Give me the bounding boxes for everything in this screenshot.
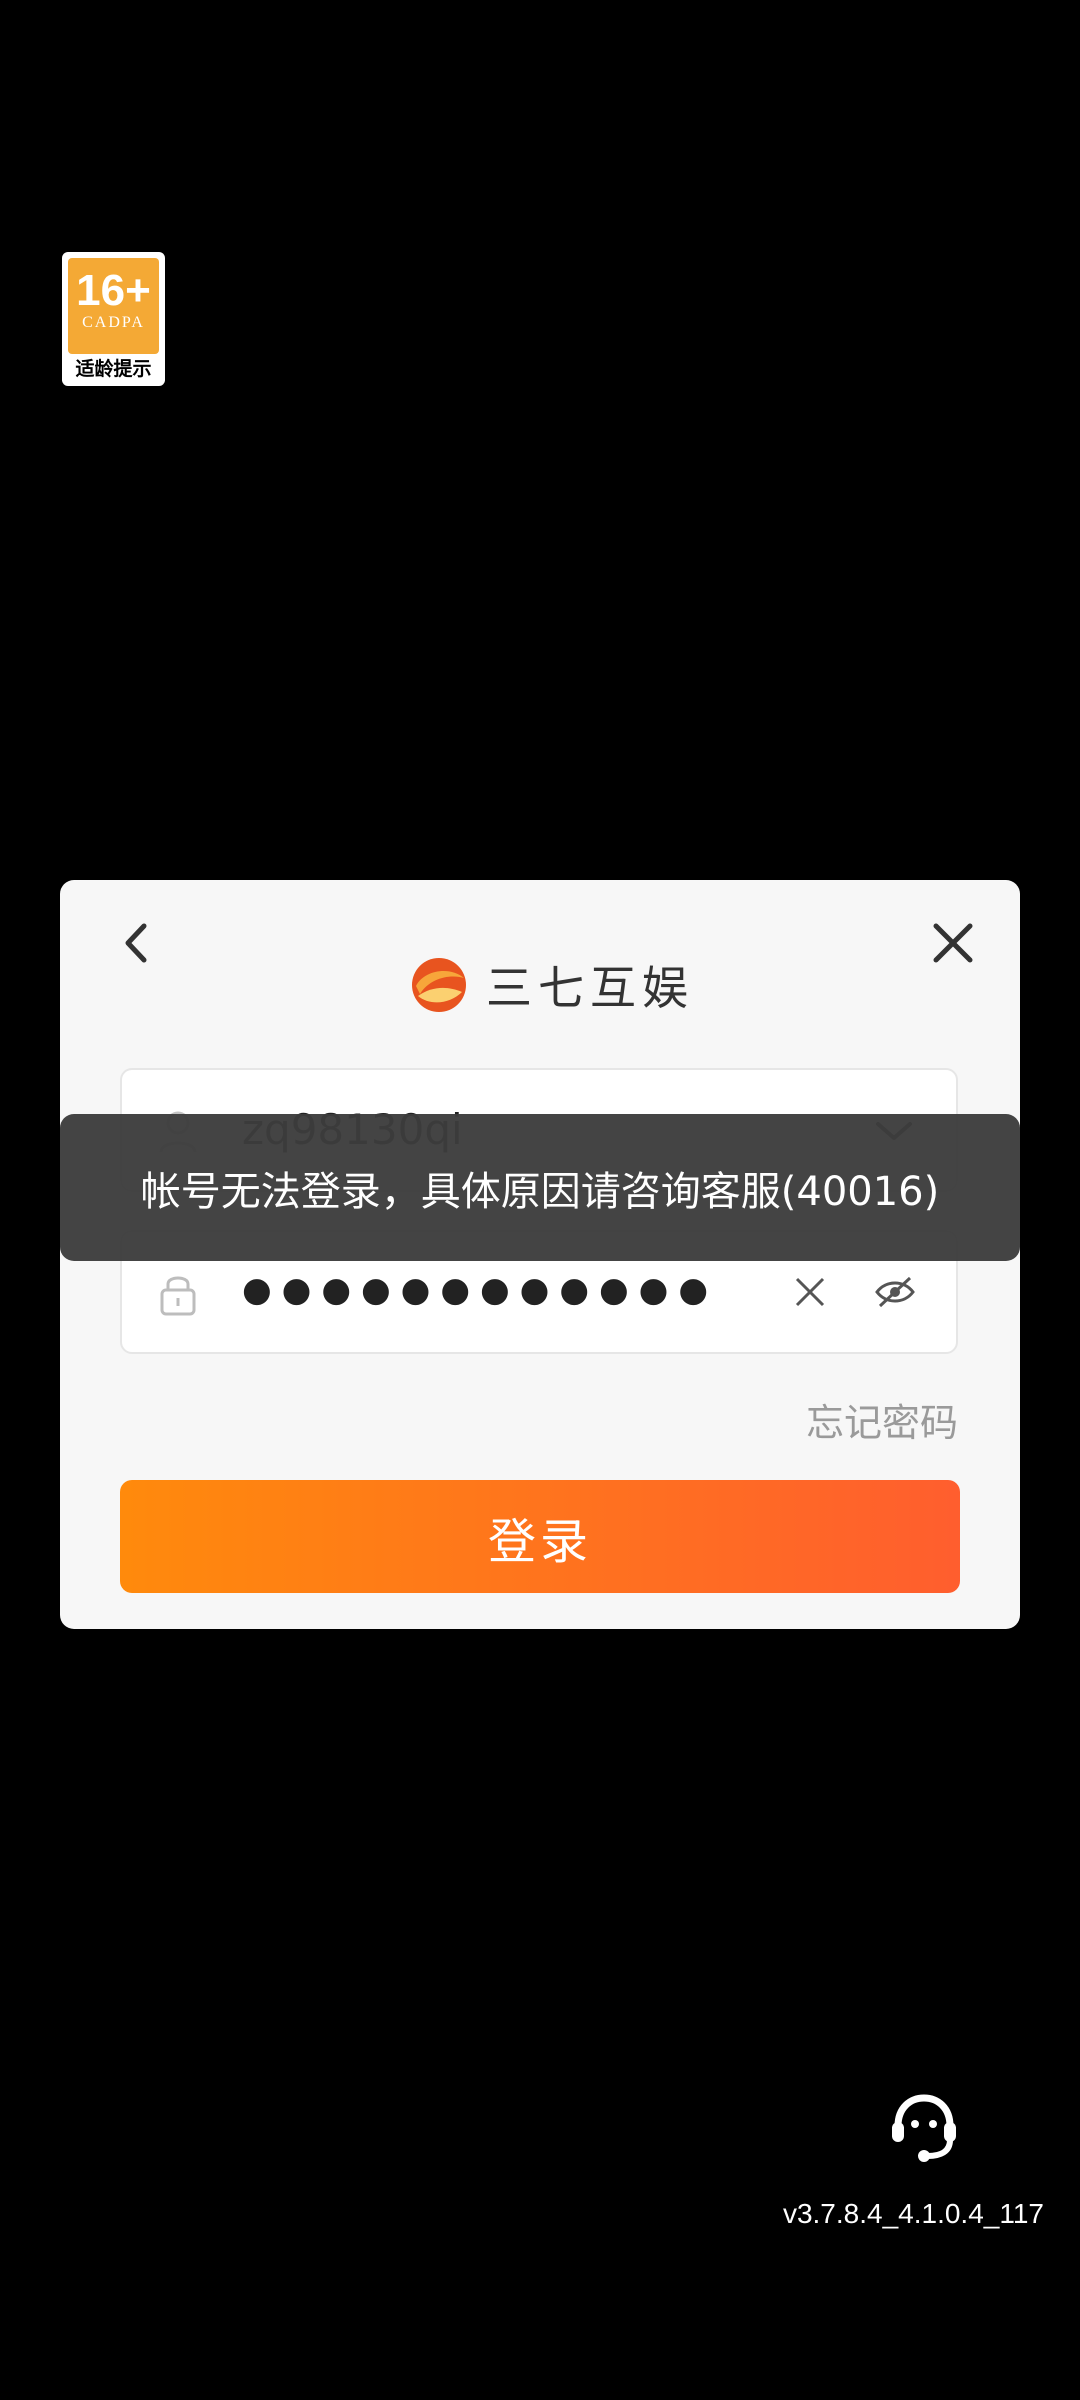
back-button[interactable] <box>112 918 162 968</box>
customer-support-button[interactable] <box>884 2086 964 2166</box>
forgot-password-link[interactable]: 忘记密码 <box>806 1392 958 1447</box>
version-label: v3.7.8.4_4.1.0.4_117 <box>782 2198 1044 2229</box>
age-rating-caption: 适龄提示 <box>75 358 152 380</box>
age-rating-top: 16+ CADPA <box>68 258 159 354</box>
back-icon <box>125 923 147 963</box>
error-toast-message: 帐号无法登录，具体原因请咨询客服(40016) <box>140 1168 940 1215</box>
lock-icon <box>160 1276 196 1316</box>
age-rating-number: 16+ <box>76 266 151 315</box>
password-value[interactable]: ●●●●●●●●●●●● <box>242 1260 718 1320</box>
eye-hidden-icon[interactable] <box>874 1274 916 1310</box>
close-icon <box>933 923 973 963</box>
close-button[interactable] <box>930 920 976 966</box>
support-icon <box>892 2094 956 2162</box>
clear-icon[interactable] <box>792 1274 828 1310</box>
brand-name: 三七互娱 <box>486 961 694 1015</box>
brand-logo <box>412 958 466 1012</box>
brand-header: 三七互娱 <box>410 952 694 1018</box>
age-rating-badge: 16+ CADPA 适龄提示 <box>62 252 165 386</box>
login-button[interactable]: 登录 <box>120 1480 960 1593</box>
error-toast: 帐号无法登录，具体原因请咨询客服(40016) <box>60 1114 1020 1261</box>
